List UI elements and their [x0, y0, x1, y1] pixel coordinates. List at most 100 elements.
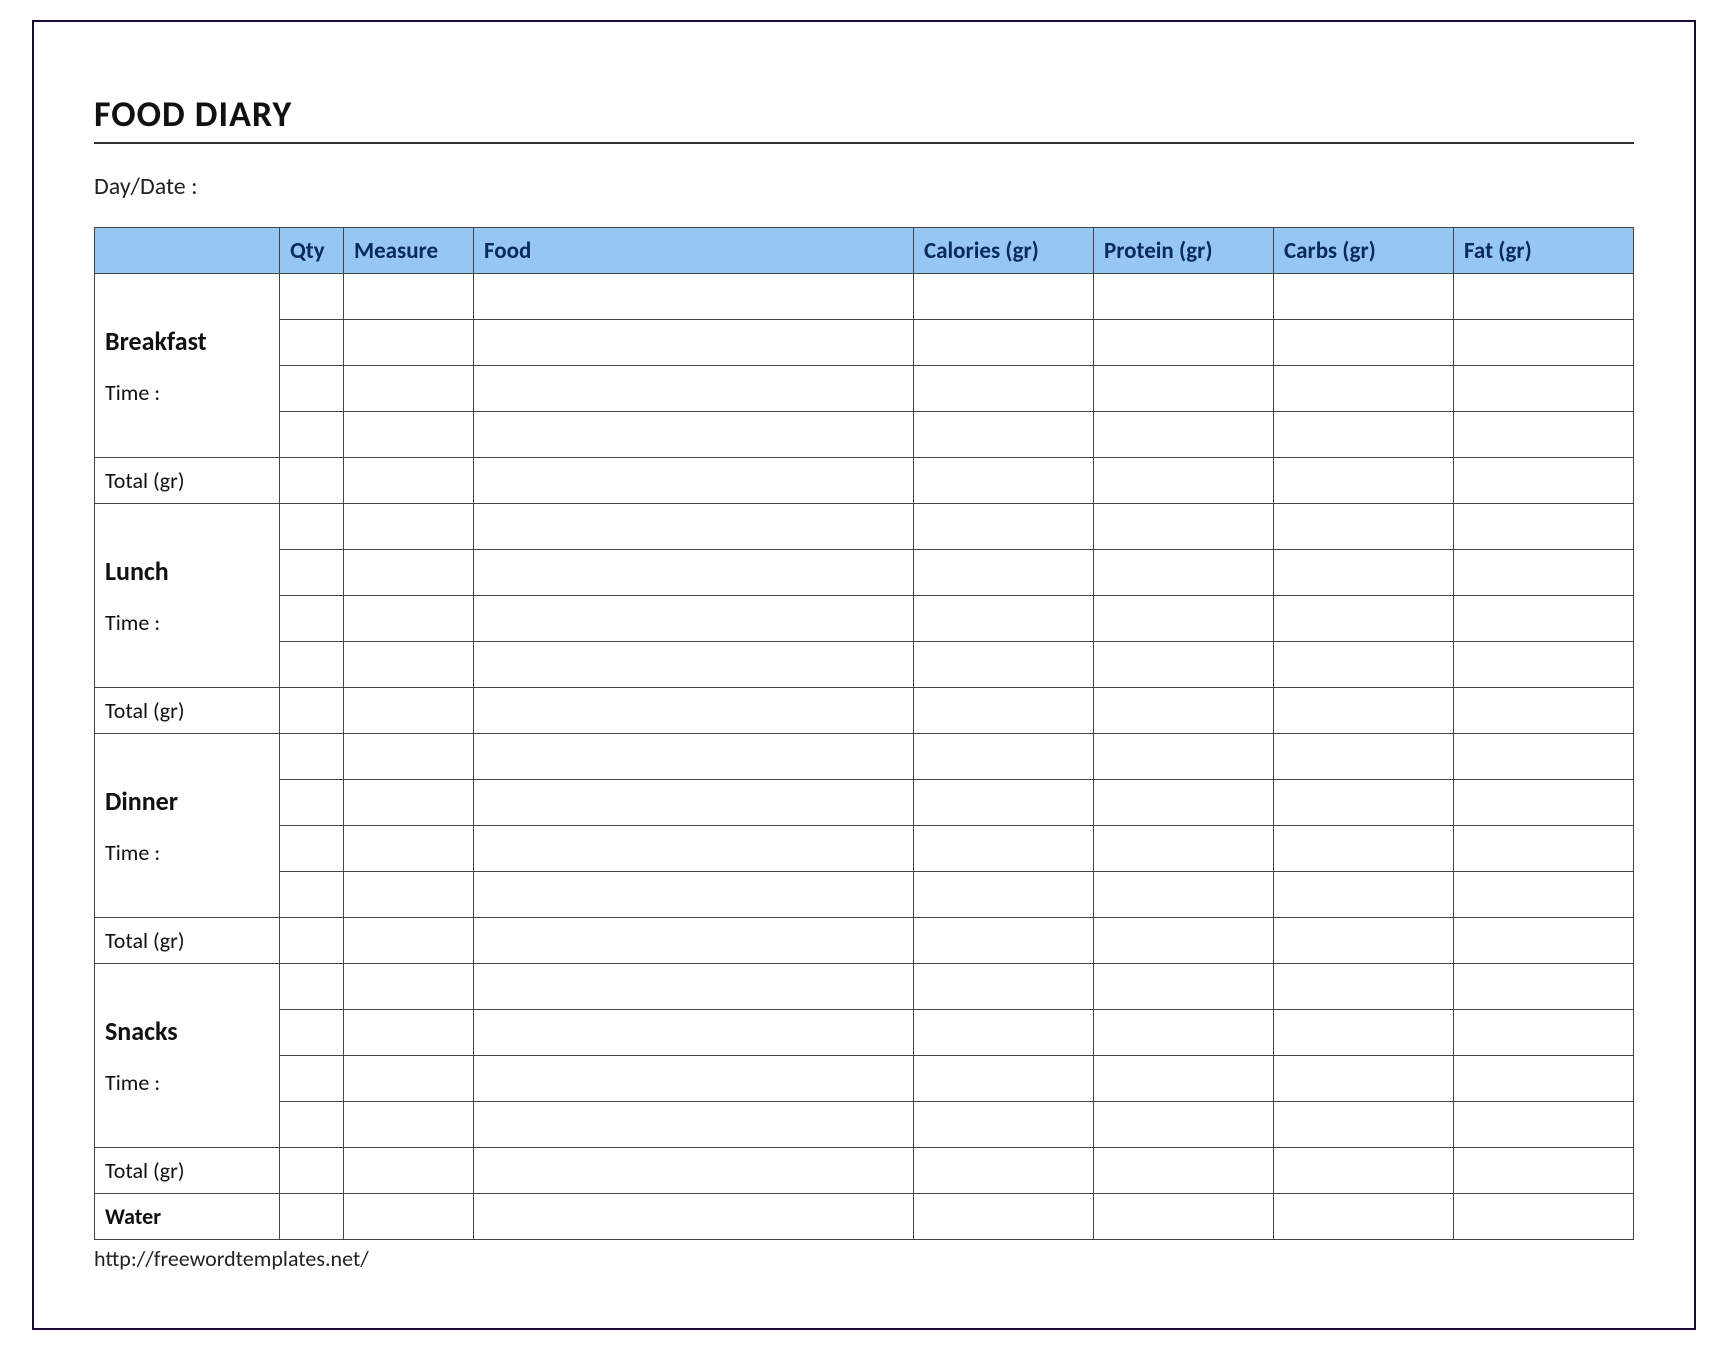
cell[interactable]: [1094, 964, 1274, 1010]
cell[interactable]: [1454, 412, 1634, 458]
cell[interactable]: [474, 872, 914, 918]
cell[interactable]: [1094, 504, 1274, 550]
cell[interactable]: [914, 780, 1094, 826]
cell[interactable]: [474, 1056, 914, 1102]
cell[interactable]: [280, 274, 344, 320]
cell[interactable]: [474, 550, 914, 596]
cell[interactable]: [1094, 642, 1274, 688]
cell[interactable]: [1274, 320, 1454, 366]
cell[interactable]: [280, 734, 344, 780]
cell[interactable]: [280, 1010, 344, 1056]
cell[interactable]: [1274, 734, 1454, 780]
cell[interactable]: [280, 872, 344, 918]
cell[interactable]: [1454, 1148, 1634, 1194]
cell[interactable]: [280, 504, 344, 550]
cell[interactable]: [914, 320, 1094, 366]
cell[interactable]: [1274, 872, 1454, 918]
cell[interactable]: [280, 688, 344, 734]
cell[interactable]: [1274, 366, 1454, 412]
cell[interactable]: [1454, 918, 1634, 964]
cell[interactable]: [344, 274, 474, 320]
cell[interactable]: [344, 872, 474, 918]
cell[interactable]: [1094, 412, 1274, 458]
cell[interactable]: [344, 1102, 474, 1148]
cell[interactable]: [280, 642, 344, 688]
cell[interactable]: [1454, 1056, 1634, 1102]
cell[interactable]: [914, 872, 1094, 918]
cell[interactable]: [1274, 1010, 1454, 1056]
cell[interactable]: [1094, 780, 1274, 826]
cell[interactable]: [914, 964, 1094, 1010]
cell[interactable]: [1094, 872, 1274, 918]
cell[interactable]: [344, 320, 474, 366]
cell[interactable]: [344, 964, 474, 1010]
cell[interactable]: [1454, 964, 1634, 1010]
cell[interactable]: [344, 504, 474, 550]
cell[interactable]: [474, 964, 914, 1010]
cell[interactable]: [1094, 596, 1274, 642]
cell[interactable]: [280, 826, 344, 872]
cell[interactable]: [344, 642, 474, 688]
cell[interactable]: [344, 734, 474, 780]
cell[interactable]: [914, 734, 1094, 780]
cell[interactable]: [1094, 918, 1274, 964]
cell[interactable]: [280, 550, 344, 596]
cell[interactable]: [914, 412, 1094, 458]
cell[interactable]: [1274, 1148, 1454, 1194]
cell[interactable]: [1274, 918, 1454, 964]
cell[interactable]: [1454, 642, 1634, 688]
cell[interactable]: [1274, 1102, 1454, 1148]
cell[interactable]: [914, 918, 1094, 964]
cell[interactable]: [914, 826, 1094, 872]
cell[interactable]: [914, 550, 1094, 596]
cell[interactable]: [280, 1194, 344, 1240]
cell[interactable]: [344, 1148, 474, 1194]
cell[interactable]: [344, 596, 474, 642]
cell[interactable]: [1274, 458, 1454, 504]
cell[interactable]: [1454, 550, 1634, 596]
cell[interactable]: [474, 274, 914, 320]
cell[interactable]: [344, 688, 474, 734]
cell[interactable]: [1094, 1102, 1274, 1148]
cell[interactable]: [1274, 688, 1454, 734]
cell[interactable]: [1454, 504, 1634, 550]
cell[interactable]: [1454, 872, 1634, 918]
cell[interactable]: [914, 1010, 1094, 1056]
cell[interactable]: [1274, 550, 1454, 596]
cell[interactable]: [914, 274, 1094, 320]
cell[interactable]: [1274, 1056, 1454, 1102]
cell[interactable]: [1094, 550, 1274, 596]
cell[interactable]: [344, 780, 474, 826]
cell[interactable]: [474, 320, 914, 366]
cell[interactable]: [280, 1102, 344, 1148]
cell[interactable]: [1274, 596, 1454, 642]
cell[interactable]: [280, 412, 344, 458]
cell[interactable]: [474, 826, 914, 872]
cell[interactable]: [280, 596, 344, 642]
cell[interactable]: [280, 1056, 344, 1102]
cell[interactable]: [914, 366, 1094, 412]
cell[interactable]: [914, 642, 1094, 688]
cell[interactable]: [474, 504, 914, 550]
cell[interactable]: [1094, 366, 1274, 412]
cell[interactable]: [1274, 780, 1454, 826]
cell[interactable]: [1454, 1010, 1634, 1056]
cell[interactable]: [280, 918, 344, 964]
cell[interactable]: [344, 458, 474, 504]
cell[interactable]: [474, 1010, 914, 1056]
cell[interactable]: [474, 458, 914, 504]
cell[interactable]: [280, 366, 344, 412]
cell[interactable]: [474, 780, 914, 826]
cell[interactable]: [1094, 274, 1274, 320]
cell[interactable]: [1274, 964, 1454, 1010]
cell[interactable]: [280, 458, 344, 504]
cell[interactable]: [344, 1056, 474, 1102]
cell[interactable]: [914, 1148, 1094, 1194]
cell[interactable]: [474, 1148, 914, 1194]
cell[interactable]: [1454, 826, 1634, 872]
cell[interactable]: [914, 1056, 1094, 1102]
cell[interactable]: [914, 504, 1094, 550]
cell[interactable]: [1094, 1056, 1274, 1102]
cell[interactable]: [1274, 412, 1454, 458]
cell[interactable]: [1094, 734, 1274, 780]
